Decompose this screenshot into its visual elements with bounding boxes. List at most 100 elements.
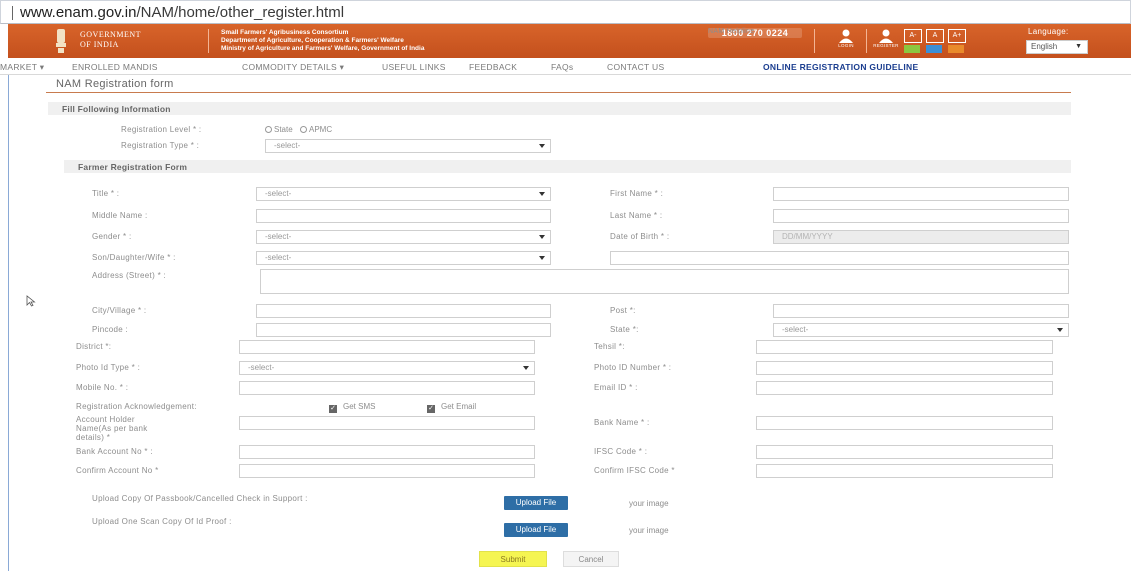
confirm-ifsc-label: Confirm IFSC Code * bbox=[594, 466, 675, 475]
nav-enrolled-mandis[interactable]: ENROLLED MANDIS bbox=[72, 62, 158, 72]
text-caret bbox=[12, 6, 13, 20]
address-label: Address (Street) * : bbox=[92, 271, 167, 280]
address-textarea[interactable] bbox=[260, 269, 1069, 294]
bank-account-label: Bank Account No * : bbox=[76, 447, 153, 456]
photo-id-type-label: Photo Id Type * : bbox=[76, 363, 141, 372]
photo-id-number-input[interactable] bbox=[756, 361, 1053, 375]
registration-type-label: Registration Type * : bbox=[121, 141, 200, 150]
state-select[interactable]: -select- bbox=[773, 323, 1069, 337]
chevron-down-icon bbox=[539, 192, 545, 196]
bank-account-input[interactable] bbox=[239, 445, 535, 459]
emblem-icon bbox=[56, 29, 66, 53]
chevron-down-icon bbox=[1057, 328, 1063, 332]
confirm-account-label: Confirm Account No * bbox=[76, 466, 159, 475]
register-button[interactable]: REGISTER bbox=[868, 28, 904, 54]
font-normal-button[interactable]: A bbox=[926, 29, 944, 43]
font-increase-button[interactable]: A+ bbox=[948, 29, 966, 43]
photo-id-number-label: Photo ID Number * : bbox=[594, 363, 672, 372]
relation-select[interactable]: -select- bbox=[256, 251, 551, 265]
font-decrease-button[interactable]: A- bbox=[904, 29, 922, 43]
last-name-input[interactable] bbox=[773, 209, 1069, 223]
header-divider bbox=[866, 29, 867, 53]
login-button[interactable]: LOGIN bbox=[828, 28, 864, 54]
chevron-down-icon bbox=[539, 144, 545, 148]
header-divider bbox=[208, 29, 209, 53]
middle-name-label: Middle Name : bbox=[92, 211, 148, 220]
section-header-farmer-registration: Farmer Registration Form bbox=[64, 160, 1071, 173]
district-label: District *: bbox=[76, 342, 112, 351]
tehsil-label: Tehsil *: bbox=[594, 342, 625, 351]
mobile-input[interactable] bbox=[239, 381, 535, 395]
email-label: Email ID * : bbox=[594, 383, 638, 392]
mouse-cursor-icon bbox=[26, 295, 36, 307]
id-image-placeholder: your image bbox=[629, 526, 669, 535]
first-name-label: First Name * : bbox=[610, 189, 664, 198]
submit-button[interactable]: Submit bbox=[479, 551, 547, 567]
bank-name-label: Bank Name * : bbox=[594, 418, 650, 427]
radio-state[interactable]: State bbox=[265, 125, 293, 134]
relation-name-input[interactable] bbox=[610, 251, 1069, 265]
upload-id-button[interactable]: Upload File bbox=[504, 523, 568, 537]
radio-icon bbox=[265, 126, 272, 133]
nav-market[interactable]: MARKET ▾ bbox=[0, 62, 44, 73]
upload-id-label: Upload One Scan Copy Of Id Proof : bbox=[92, 517, 232, 526]
radio-apmc[interactable]: APMC bbox=[300, 125, 332, 134]
language-select[interactable]: English ▼ bbox=[1026, 40, 1088, 54]
first-name-input[interactable] bbox=[773, 187, 1069, 201]
theme-blue-swatch[interactable] bbox=[926, 45, 942, 53]
registration-type-select[interactable]: -select- bbox=[265, 139, 551, 153]
theme-green-swatch[interactable] bbox=[904, 45, 920, 53]
confirm-ifsc-input[interactable] bbox=[756, 464, 1053, 478]
chevron-down-icon bbox=[539, 235, 545, 239]
post-input[interactable] bbox=[773, 304, 1069, 318]
get-sms-checkbox[interactable]: ✓ Get SMS bbox=[329, 402, 375, 413]
passbook-image-placeholder: your image bbox=[629, 499, 669, 508]
email-input[interactable] bbox=[756, 381, 1053, 395]
mobile-label: Mobile No. * : bbox=[76, 383, 129, 392]
date-of-birth-input[interactable]: DD/MM/YYYY bbox=[773, 230, 1069, 244]
ifsc-input[interactable] bbox=[756, 445, 1053, 459]
nav-useful-links[interactable]: USEFUL LINKS bbox=[382, 62, 446, 72]
title-field-label: Title * : bbox=[92, 189, 120, 198]
tehsil-input[interactable] bbox=[756, 340, 1053, 354]
account-holder-input[interactable] bbox=[239, 416, 535, 430]
nav-feedback[interactable]: FEEDBACK bbox=[469, 62, 517, 72]
upload-passbook-label: Upload Copy Of Passbook/Cancelled Check … bbox=[92, 494, 308, 503]
photo-id-type-select[interactable]: -select- bbox=[239, 361, 535, 375]
city-village-label: City/Village * : bbox=[92, 306, 147, 315]
radio-icon bbox=[300, 126, 307, 133]
upload-passbook-button[interactable]: Upload File bbox=[504, 496, 568, 510]
nav-contact-us[interactable]: CONTACT US bbox=[607, 62, 664, 72]
cancel-button[interactable]: Cancel bbox=[563, 551, 619, 567]
address-bar[interactable]: www.enam.gov.in/NAM/home/other_register.… bbox=[0, 0, 1131, 24]
bank-name-input[interactable] bbox=[756, 416, 1053, 430]
acknowledgement-label: Registration Acknowledgement: bbox=[76, 402, 197, 411]
confirm-account-input[interactable] bbox=[239, 464, 535, 478]
nav-online-registration-guideline[interactable]: ONLINE REGISTRATION GUIDELINE bbox=[763, 62, 918, 72]
city-village-input[interactable] bbox=[256, 304, 551, 318]
theme-orange-swatch[interactable] bbox=[948, 45, 964, 53]
gender-label: Gender * : bbox=[92, 232, 132, 241]
nav-commodity-details[interactable]: COMMODITY DETAILS ▾ bbox=[242, 62, 344, 73]
government-of-india-label: GOVERNMENT OF INDIA bbox=[80, 30, 141, 49]
title-select[interactable]: -select- bbox=[256, 187, 551, 201]
header-divider bbox=[814, 29, 815, 53]
url-text: www.enam.gov.in/NAM/home/other_register.… bbox=[20, 4, 345, 21]
middle-name-input[interactable] bbox=[256, 209, 551, 223]
post-label: Post *: bbox=[610, 306, 636, 315]
ifsc-label: IFSC Code * : bbox=[594, 447, 648, 456]
chevron-down-icon: ▼ bbox=[1075, 43, 1082, 50]
section-header-fill-info: Fill Following Information bbox=[48, 102, 1071, 115]
district-input[interactable] bbox=[239, 340, 535, 354]
chevron-down-icon bbox=[539, 256, 545, 260]
pincode-input[interactable] bbox=[256, 323, 551, 337]
nav-faqs[interactable]: FAQs bbox=[551, 62, 573, 72]
gender-select[interactable]: -select- bbox=[256, 230, 551, 244]
pincode-label: Pincode : bbox=[92, 325, 129, 334]
checkbox-checked-icon: ✓ bbox=[427, 405, 435, 413]
user-icon bbox=[839, 29, 853, 43]
sfac-text: Small Farmers' Agribusiness Consortium D… bbox=[221, 29, 425, 52]
checkbox-checked-icon: ✓ bbox=[329, 405, 337, 413]
register-user-icon bbox=[879, 29, 893, 43]
get-email-checkbox[interactable]: ✓ Get Email bbox=[427, 402, 476, 413]
